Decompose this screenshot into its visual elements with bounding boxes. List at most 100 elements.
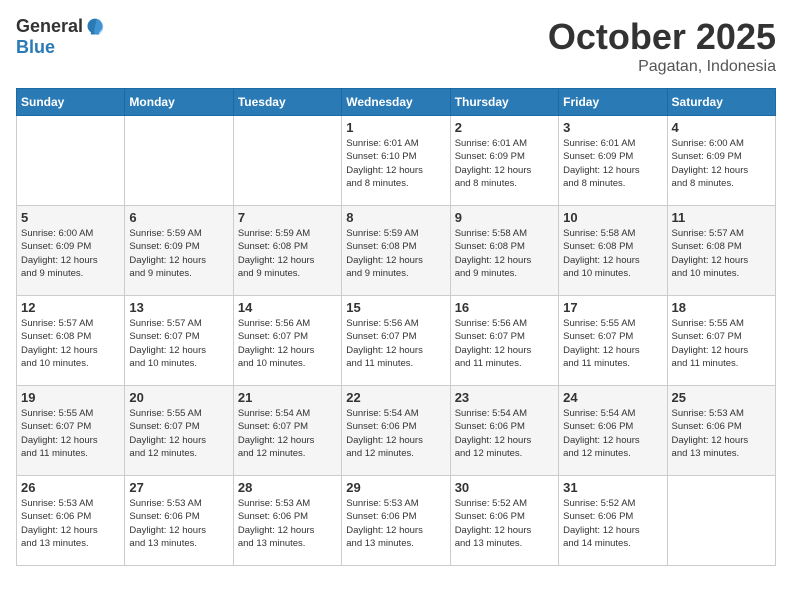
day-number: 21 [238,390,337,405]
day-detail: Sunrise: 5:55 AM Sunset: 6:07 PM Dayligh… [129,407,228,460]
day-cell-27: 27 Sunrise: 5:53 AM Sunset: 6:06 PM Dayli… [125,476,233,566]
day-cell-23: 23 Sunrise: 5:54 AM Sunset: 6:06 PM Dayli… [450,386,558,476]
day-number: 14 [238,300,337,315]
day-number: 16 [455,300,554,315]
day-detail: Sunrise: 5:56 AM Sunset: 6:07 PM Dayligh… [346,317,445,370]
day-cell-17: 17Sunrise: 5:55 AM Sunset: 6:07 PM Dayli… [559,296,667,386]
day-detail: Sunrise: 6:01 AM Sunset: 6:09 PM Dayligh… [563,137,662,190]
day-number: 23 [455,390,554,405]
day-detail: Sunrise: 5:55 AM Sunset: 6:07 PM Dayligh… [21,407,120,460]
empty-cell [17,116,125,206]
day-detail: Sunrise: 5:53 AM Sunset: 6:06 PM Dayligh… [129,497,228,550]
day-cell-18: 18 Sunrise: 5:55 AM Sunset: 6:07 PM Dayli… [667,296,775,386]
day-cell-19: 19 Sunrise: 5:55 AM Sunset: 6:07 PM Dayli… [17,386,125,476]
weekday-header-row: SundayMondayTuesdayWednesdayThursdayFrid… [17,89,776,116]
day-detail: Sunrise: 5:52 AM Sunset: 6:06 PM Dayligh… [563,497,662,550]
week-row-1: 1 Sunrise: 6:01 AM Sunset: 6:10 PM Daylig… [17,116,776,206]
day-detail: Sunrise: 5:53 AM Sunset: 6:06 PM Dayligh… [21,497,120,550]
day-detail: Sunrise: 5:56 AM Sunset: 6:07 PM Dayligh… [455,317,554,370]
day-number: 9 [455,210,554,225]
day-number: 3 [563,120,662,135]
day-detail: Sunrise: 5:57 AM Sunset: 6:07 PM Dayligh… [129,317,228,370]
week-row-2: 5 Sunrise: 6:00 AM Sunset: 6:09 PM Daylig… [17,206,776,296]
title-area: October 2025 Pagatan, Indonesia [548,16,776,76]
day-number: 6 [129,210,228,225]
day-cell-3: 3 Sunrise: 6:01 AM Sunset: 6:09 PM Daylig… [559,116,667,206]
day-cell-21: 21Sunrise: 5:54 AM Sunset: 6:07 PM Dayli… [233,386,341,476]
day-number: 22 [346,390,445,405]
weekday-header-friday: Friday [559,89,667,116]
day-cell-12: 12Sunrise: 5:57 AM Sunset: 6:08 PM Dayli… [17,296,125,386]
day-number: 24 [563,390,662,405]
day-cell-2: 2 Sunrise: 6:01 AM Sunset: 6:09 PM Daylig… [450,116,558,206]
weekday-header-saturday: Saturday [667,89,775,116]
day-number: 8 [346,210,445,225]
weekday-header-monday: Monday [125,89,233,116]
weekday-header-thursday: Thursday [450,89,558,116]
day-detail: Sunrise: 5:54 AM Sunset: 6:06 PM Dayligh… [346,407,445,460]
day-detail: Sunrise: 5:55 AM Sunset: 6:07 PM Dayligh… [672,317,771,370]
day-number: 2 [455,120,554,135]
day-number: 11 [672,210,771,225]
day-cell-31: 31Sunrise: 5:52 AM Sunset: 6:06 PM Dayli… [559,476,667,566]
day-cell-15: 15 Sunrise: 5:56 AM Sunset: 6:07 PM Dayli… [342,296,450,386]
logo-icon [85,17,105,37]
day-detail: Sunrise: 5:54 AM Sunset: 6:06 PM Dayligh… [455,407,554,460]
day-number: 28 [238,480,337,495]
day-cell-9: 9 Sunrise: 5:58 AM Sunset: 6:08 PM Daylig… [450,206,558,296]
weekday-header-tuesday: Tuesday [233,89,341,116]
day-cell-24: 24 Sunrise: 5:54 AM Sunset: 6:06 PM Dayli… [559,386,667,476]
day-cell-28: 28 Sunrise: 5:53 AM Sunset: 6:06 PM Dayli… [233,476,341,566]
day-cell-10: 10Sunrise: 5:58 AM Sunset: 6:08 PM Dayli… [559,206,667,296]
day-number: 30 [455,480,554,495]
day-number: 27 [129,480,228,495]
day-cell-29: 29Sunrise: 5:53 AM Sunset: 6:06 PM Dayli… [342,476,450,566]
week-row-3: 12Sunrise: 5:57 AM Sunset: 6:08 PM Dayli… [17,296,776,386]
month-title: October 2025 [548,16,776,58]
weekday-header-wednesday: Wednesday [342,89,450,116]
day-cell-16: 16 Sunrise: 5:56 AM Sunset: 6:07 PM Dayli… [450,296,558,386]
day-number: 20 [129,390,228,405]
day-detail: Sunrise: 5:58 AM Sunset: 6:08 PM Dayligh… [455,227,554,280]
weekday-header-sunday: Sunday [17,89,125,116]
day-number: 29 [346,480,445,495]
day-detail: Sunrise: 5:55 AM Sunset: 6:07 PM Dayligh… [563,317,662,370]
location-title: Pagatan, Indonesia [548,58,776,76]
day-number: 25 [672,390,771,405]
day-detail: Sunrise: 6:01 AM Sunset: 6:10 PM Dayligh… [346,137,445,190]
day-detail: Sunrise: 6:00 AM Sunset: 6:09 PM Dayligh… [672,137,771,190]
day-cell-1: 1 Sunrise: 6:01 AM Sunset: 6:10 PM Daylig… [342,116,450,206]
day-cell-4: 4 Sunrise: 6:00 AM Sunset: 6:09 PM Daylig… [667,116,775,206]
header: General Blue October 2025 Pagatan, Indon… [16,16,776,76]
day-detail: Sunrise: 6:01 AM Sunset: 6:09 PM Dayligh… [455,137,554,190]
day-detail: Sunrise: 5:59 AM Sunset: 6:08 PM Dayligh… [238,227,337,280]
day-cell-25: 25Sunrise: 5:53 AM Sunset: 6:06 PM Dayli… [667,386,775,476]
day-number: 19 [21,390,120,405]
day-cell-13: 13 Sunrise: 5:57 AM Sunset: 6:07 PM Dayli… [125,296,233,386]
day-number: 18 [672,300,771,315]
day-detail: Sunrise: 5:56 AM Sunset: 6:07 PM Dayligh… [238,317,337,370]
day-cell-11: 11Sunrise: 5:57 AM Sunset: 6:08 PM Dayli… [667,206,775,296]
day-number: 4 [672,120,771,135]
day-number: 13 [129,300,228,315]
day-number: 5 [21,210,120,225]
day-number: 1 [346,120,445,135]
logo-blue-text: Blue [16,37,55,58]
day-number: 7 [238,210,337,225]
day-detail: Sunrise: 5:53 AM Sunset: 6:06 PM Dayligh… [238,497,337,550]
week-row-4: 19 Sunrise: 5:55 AM Sunset: 6:07 PM Dayli… [17,386,776,476]
day-number: 15 [346,300,445,315]
day-detail: Sunrise: 5:54 AM Sunset: 6:06 PM Dayligh… [563,407,662,460]
day-detail: Sunrise: 6:00 AM Sunset: 6:09 PM Dayligh… [21,227,120,280]
logo: General Blue [16,16,105,58]
day-detail: Sunrise: 5:52 AM Sunset: 6:06 PM Dayligh… [455,497,554,550]
calendar-table: SundayMondayTuesdayWednesdayThursdayFrid… [16,88,776,566]
day-cell-5: 5 Sunrise: 6:00 AM Sunset: 6:09 PM Daylig… [17,206,125,296]
day-number: 10 [563,210,662,225]
day-cell-7: 7 Sunrise: 5:59 AM Sunset: 6:08 PM Daylig… [233,206,341,296]
empty-cell [233,116,341,206]
day-number: 26 [21,480,120,495]
day-cell-30: 30 Sunrise: 5:52 AM Sunset: 6:06 PM Dayli… [450,476,558,566]
empty-cell [667,476,775,566]
day-detail: Sunrise: 5:59 AM Sunset: 6:08 PM Dayligh… [346,227,445,280]
